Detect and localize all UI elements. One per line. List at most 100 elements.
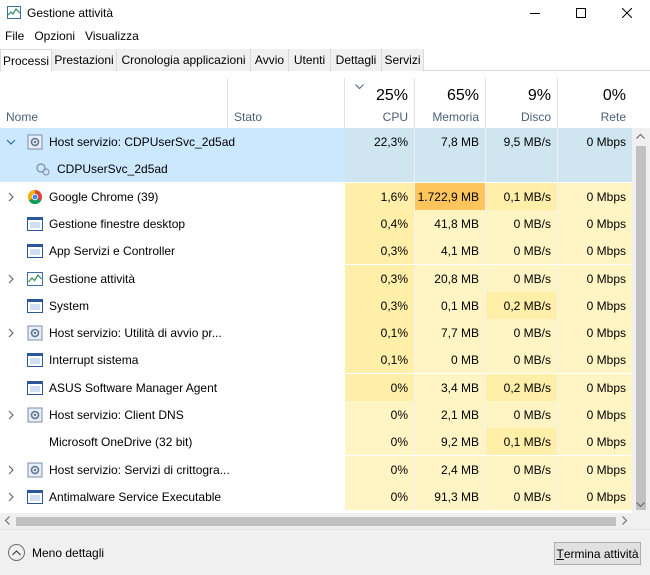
column-status[interactable]: Stato <box>228 78 345 128</box>
disk-percent: 9% <box>527 87 551 104</box>
process-name-cell[interactable]: App Servizi e Controller <box>0 237 345 264</box>
tab-services[interactable]: Servizi <box>382 49 424 71</box>
menu-file[interactable]: File <box>0 29 29 43</box>
process-name-cell[interactable]: System <box>0 292 345 319</box>
process-list: Host servizio: CDPUserSvc_2d5ad 22,3% 7,8 … <box>0 128 632 513</box>
network-value: 0 Mbps <box>558 182 632 210</box>
column-disk[interactable]: 9% Disco <box>486 78 558 128</box>
process-name-cell[interactable]: Gestione attività <box>0 265 345 292</box>
column-name[interactable]: Nome <box>0 78 228 128</box>
chevron-down-icon[interactable] <box>6 136 16 146</box>
process-name-cell[interactable]: Gestione finestre desktop <box>0 210 345 237</box>
process-row[interactable]: Host servizio: Servizi di crittogra... 0%… <box>0 455 632 483</box>
process-row[interactable]: Antimalware Service Executable 0% 91,3 MB 0… <box>0 482 632 510</box>
cpu-value <box>345 155 415 183</box>
process-row[interactable]: Interrupt sistema 0,1% 0 MB 0 MB/s 0 Mbps <box>0 346 632 374</box>
service-icon <box>35 161 51 177</box>
horizontal-scroll-thumb[interactable] <box>16 517 616 526</box>
scroll-up-icon[interactable] <box>636 133 645 139</box>
chevron-right-icon[interactable] <box>6 327 16 338</box>
process-row[interactable]: Host servizio: Client DNS 0% 2,1 MB 0 MB/s 0… <box>0 401 632 428</box>
process-name: Host servizio: Servizi di crittogra... <box>49 462 230 477</box>
vertical-scroll-thumb[interactable] <box>636 146 646 510</box>
vertical-scrollbar[interactable] <box>632 128 650 513</box>
menu-view[interactable]: Visualizza <box>80 29 144 43</box>
process-name: System <box>49 298 90 313</box>
gear-icon <box>27 407 43 423</box>
memory-value: 2,1 MB <box>415 401 486 428</box>
disk-value: 0 MB/s <box>486 209 558 237</box>
process-name-cell[interactable]: Host servizio: Client DNS <box>0 401 345 428</box>
disk-value: 0,2 MB/s <box>486 291 558 319</box>
process-name-cell[interactable]: CDPUserSvc_2d5ad <box>0 155 345 183</box>
memory-value: 0,1 MB <box>415 291 486 319</box>
chevron-right-icon[interactable] <box>6 491 16 502</box>
title-bar: Gestione attività <box>0 0 650 26</box>
chevron-right-icon[interactable] <box>6 464 16 474</box>
end-task-button[interactable]: Termina attività <box>554 542 641 565</box>
cpu-value: 0% <box>345 455 415 483</box>
process-row[interactable]: ASUS Software Manager Agent 0% 3,4 MB 0,2 M… <box>0 373 632 401</box>
menu-bar: File Opzioni Visualizza <box>0 26 650 46</box>
process-name-cell[interactable]: Host servizio: Servizi di crittogra... <box>0 456 345 483</box>
tab-users[interactable]: Utenti <box>289 49 331 71</box>
process-name-cell[interactable]: Interrupt sistema <box>0 346 345 373</box>
process-row[interactable]: App Servizi e Controller 0,3% 4,1 MB 0 MB/s… <box>0 237 632 265</box>
process-row[interactable]: Microsoft OneDrive (32 bit) 0% 9,2 MB 0,1 M… <box>0 428 632 456</box>
network-value: 0 Mbps <box>558 455 632 483</box>
process-name-cell[interactable]: Google Chrome (39) <box>0 183 345 210</box>
menu-options[interactable]: Opzioni <box>29 29 80 43</box>
tab-app-history[interactable]: Cronologia applicazioni <box>117 49 251 71</box>
process-row[interactable]: Google Chrome (39) 1,6% 1.722,9 MB 0,1 MB/s… <box>0 182 632 210</box>
column-memory[interactable]: 65% Memoria <box>415 78 486 128</box>
tab-performance[interactable]: Prestazioni <box>52 49 117 71</box>
window-icon <box>27 216 43 232</box>
chevron-right-icon[interactable] <box>6 273 16 283</box>
process-name-cell[interactable]: Host servizio: CDPUserSvc_2d5ad <box>0 128 345 155</box>
tab-processes[interactable]: Processi <box>0 49 52 72</box>
network-value: 0 Mbps <box>558 346 632 374</box>
tab-details[interactable]: Dettagli <box>331 49 382 71</box>
network-value: 0 Mbps <box>558 264 632 292</box>
disk-value: 0 MB/s <box>486 237 558 265</box>
cpu-label: CPU <box>382 110 408 124</box>
cpu-value: 0% <box>345 401 415 428</box>
column-cpu[interactable]: 25% CPU <box>345 78 415 128</box>
process-name-cell[interactable]: Antimalware Service Executable <box>0 483 345 510</box>
process-name: Gestione attività <box>49 271 136 286</box>
network-value: 0 Mbps <box>558 209 632 237</box>
window-icon <box>27 489 43 505</box>
scroll-right-icon[interactable] <box>622 516 628 525</box>
close-button[interactable] <box>604 0 650 26</box>
chevron-right-icon[interactable] <box>6 409 16 420</box>
window-icon <box>27 298 43 314</box>
memory-value: 41,8 MB <box>415 209 486 237</box>
process-name-cell[interactable]: Microsoft OneDrive (32 bit) <box>0 428 345 455</box>
process-name-cell[interactable]: ASUS Software Manager Agent <box>0 374 345 401</box>
process-row[interactable]: Gestione attività 0,3% 20,8 MB 0 MB/s 0 Mbps <box>0 264 632 292</box>
end-task-accelerator: T <box>556 546 564 561</box>
minimize-button[interactable] <box>512 0 558 26</box>
process-name-cell[interactable]: Host servizio: Utilità di avvio pr... <box>0 319 345 346</box>
process-row[interactable]: Host servizio: Utilità di avvio pr... 0,1… <box>0 319 632 347</box>
process-row[interactable]: CDPUserSvc_2d5ad <box>0 155 632 183</box>
memory-value <box>415 155 486 183</box>
window-icon <box>27 380 43 396</box>
chevron-right-icon[interactable] <box>6 191 16 201</box>
disk-value: 0,1 MB/s <box>486 428 558 456</box>
disk-value: 0 MB/s <box>486 264 558 292</box>
process-row[interactable]: Host servizio: CDPUserSvc_2d5ad 22,3% 7,8 … <box>0 128 632 155</box>
process-name: CDPUserSvc_2d5ad <box>57 162 168 177</box>
process-row[interactable]: System 0,3% 0,1 MB 0,2 MB/s 0 Mbps <box>0 291 632 319</box>
network-value: 0 Mbps <box>558 291 632 319</box>
process-row[interactable]: Gestione finestre desktop 0,4% 41,8 MB 0 MB… <box>0 209 632 237</box>
tab-startup[interactable]: Avvio <box>251 49 289 71</box>
scroll-left-icon[interactable] <box>4 516 10 525</box>
maximize-button[interactable] <box>558 0 604 26</box>
horizontal-scrollbar[interactable] <box>0 513 632 529</box>
network-value: 0 Mbps <box>558 373 632 401</box>
less-details-toggle[interactable]: Meno dettagli <box>8 544 104 561</box>
column-network[interactable]: 0% Rete <box>558 78 632 128</box>
tab-bar: Processi Prestazioni Cronologia applicaz… <box>0 49 650 72</box>
scroll-down-icon[interactable] <box>636 502 645 508</box>
